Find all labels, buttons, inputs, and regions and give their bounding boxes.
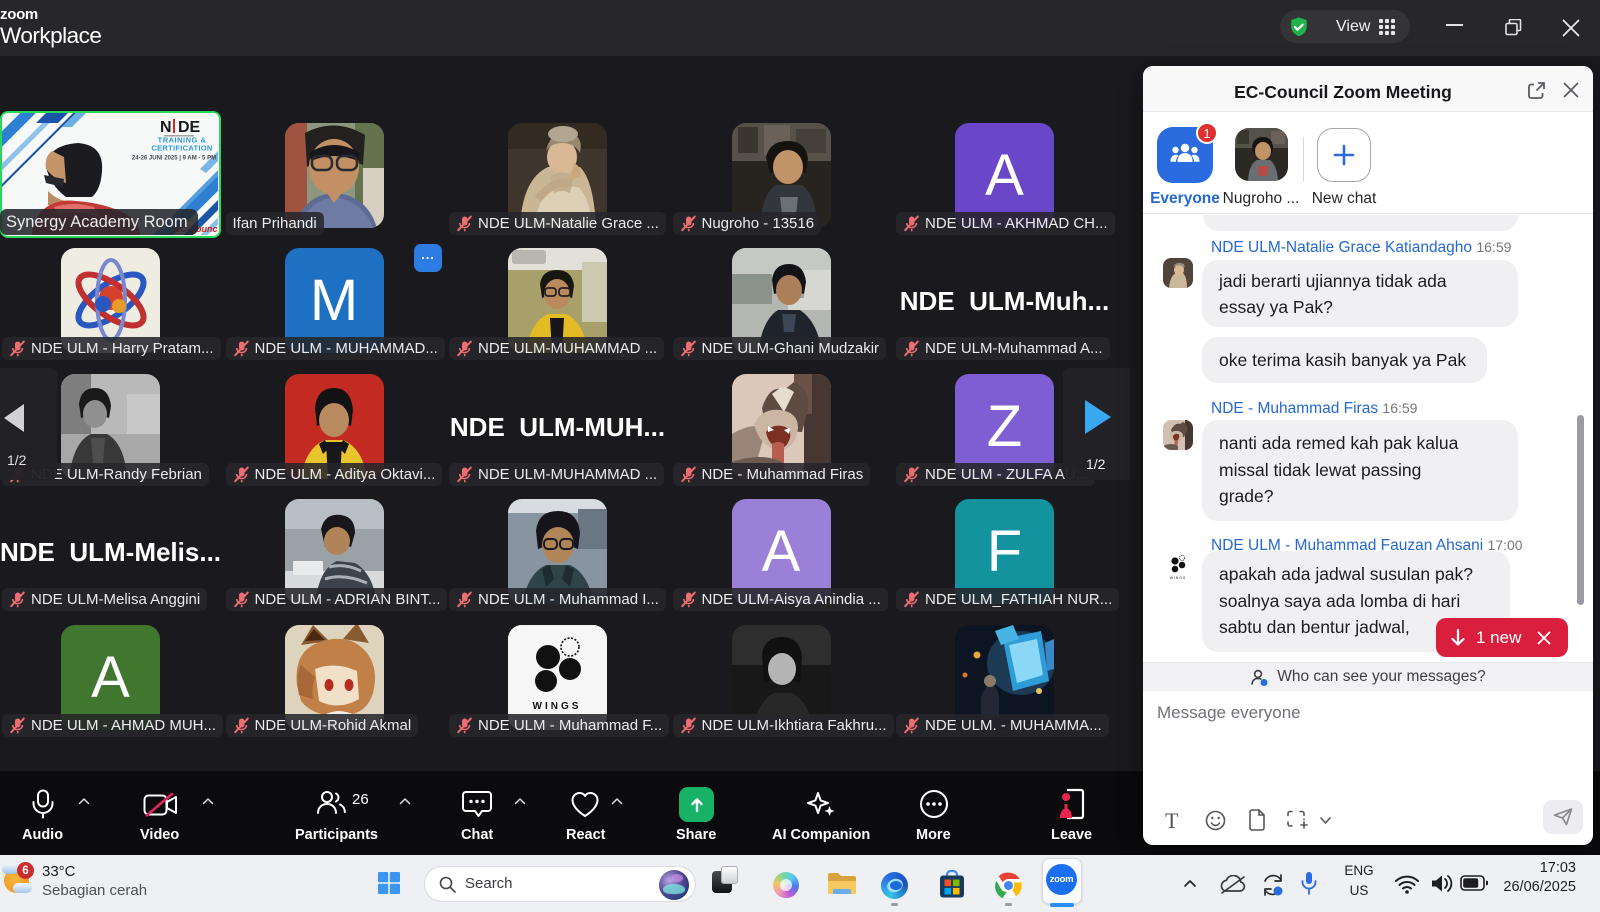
svg-text:N: N [160, 119, 172, 136]
svg-text:CERTIFICATION: CERTIFICATION [151, 144, 212, 153]
svg-text:WINGS: WINGS [1170, 576, 1187, 580]
svg-text:24-26 JUNI 2025 | 9 AM - 5 PM: 24-26 JUNI 2025 | 9 AM - 5 PM [132, 156, 216, 162]
svg-text:WINGS: WINGS [533, 701, 582, 712]
svg-text:DE: DE [178, 119, 201, 136]
